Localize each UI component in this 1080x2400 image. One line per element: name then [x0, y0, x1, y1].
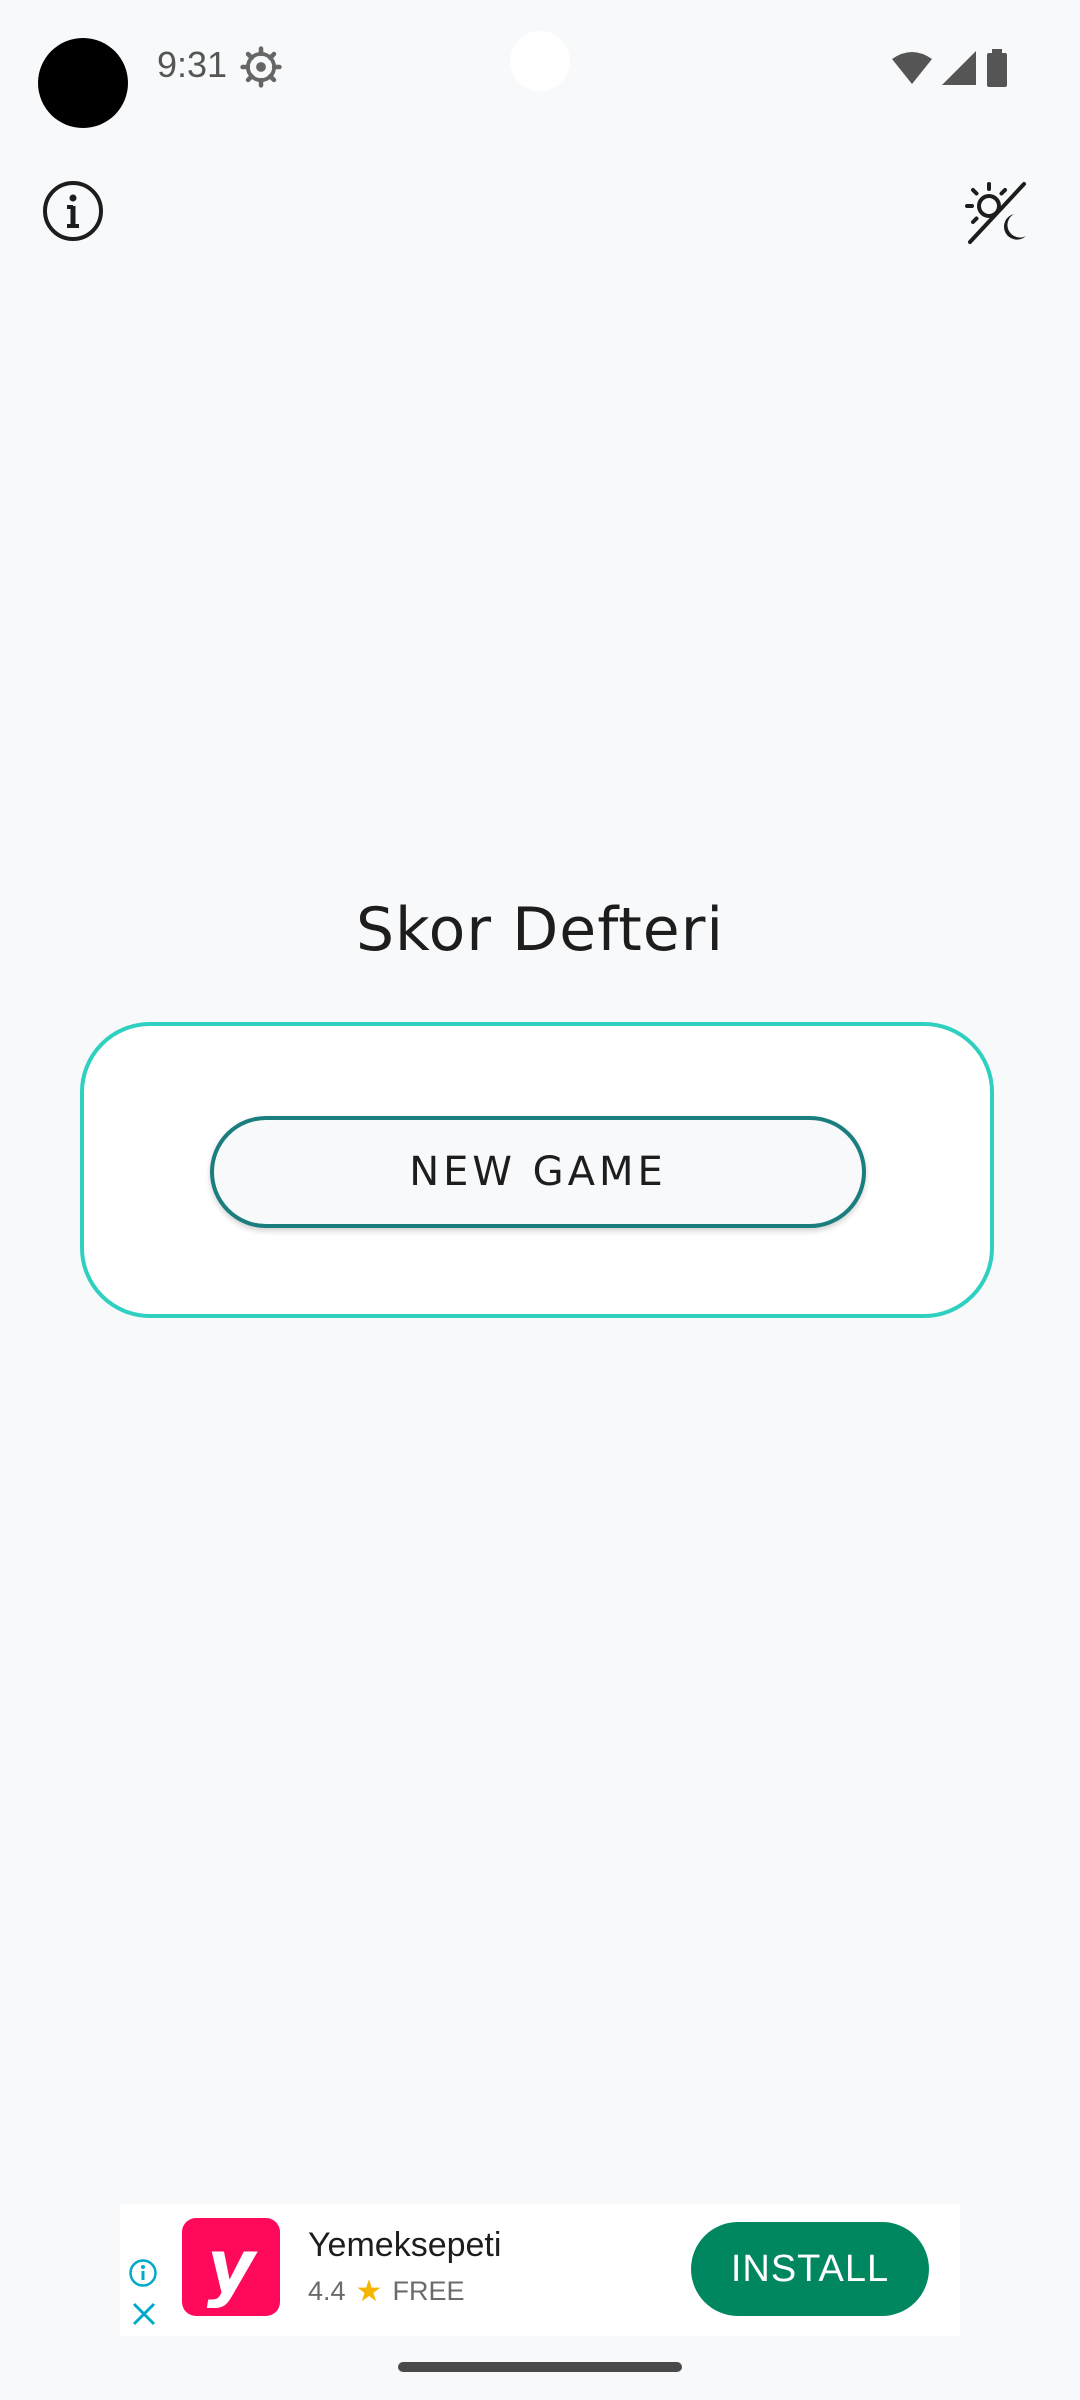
- settings-gear-icon: [240, 46, 282, 88]
- info-icon[interactable]: [40, 178, 106, 244]
- camera-cutout: [510, 31, 570, 91]
- ad-banner[interactable]: y Yemeksepeti 4.4 ★ FREE INSTALL: [120, 2204, 960, 2336]
- signal-icon: [942, 51, 976, 85]
- battery-icon: [987, 49, 1007, 87]
- gesture-nav-handle[interactable]: [398, 2362, 682, 2372]
- new-game-button[interactable]: NEW GAME: [210, 1116, 866, 1228]
- wifi-icon: [892, 52, 932, 84]
- advertiser-app-icon[interactable]: y: [182, 2218, 280, 2316]
- dark-mode-toggle-icon[interactable]: [962, 178, 1032, 248]
- page-title: Skor Defteri: [355, 895, 725, 965]
- ad-meta: 4.4 ★ FREE: [308, 2274, 464, 2309]
- adchoices-info-icon[interactable]: [128, 2258, 158, 2288]
- star-icon: ★: [355, 2275, 383, 2308]
- ad-app-name: Yemeksepeti: [308, 2226, 502, 2264]
- status-time: 9:31: [157, 44, 228, 85]
- ad-close-icon[interactable]: [130, 2300, 158, 2328]
- ad-price: FREE: [392, 2276, 465, 2306]
- status-bar: 9:31: [0, 0, 1080, 140]
- status-avatar: [38, 38, 128, 128]
- ad-rating: 4.4: [308, 2276, 346, 2306]
- status-right-icons: [892, 48, 1008, 88]
- install-button[interactable]: INSTALL: [691, 2222, 929, 2316]
- app-screen: 9:31 Skor Defteri NEW GAME y Yemeksepeti…: [0, 0, 1080, 2400]
